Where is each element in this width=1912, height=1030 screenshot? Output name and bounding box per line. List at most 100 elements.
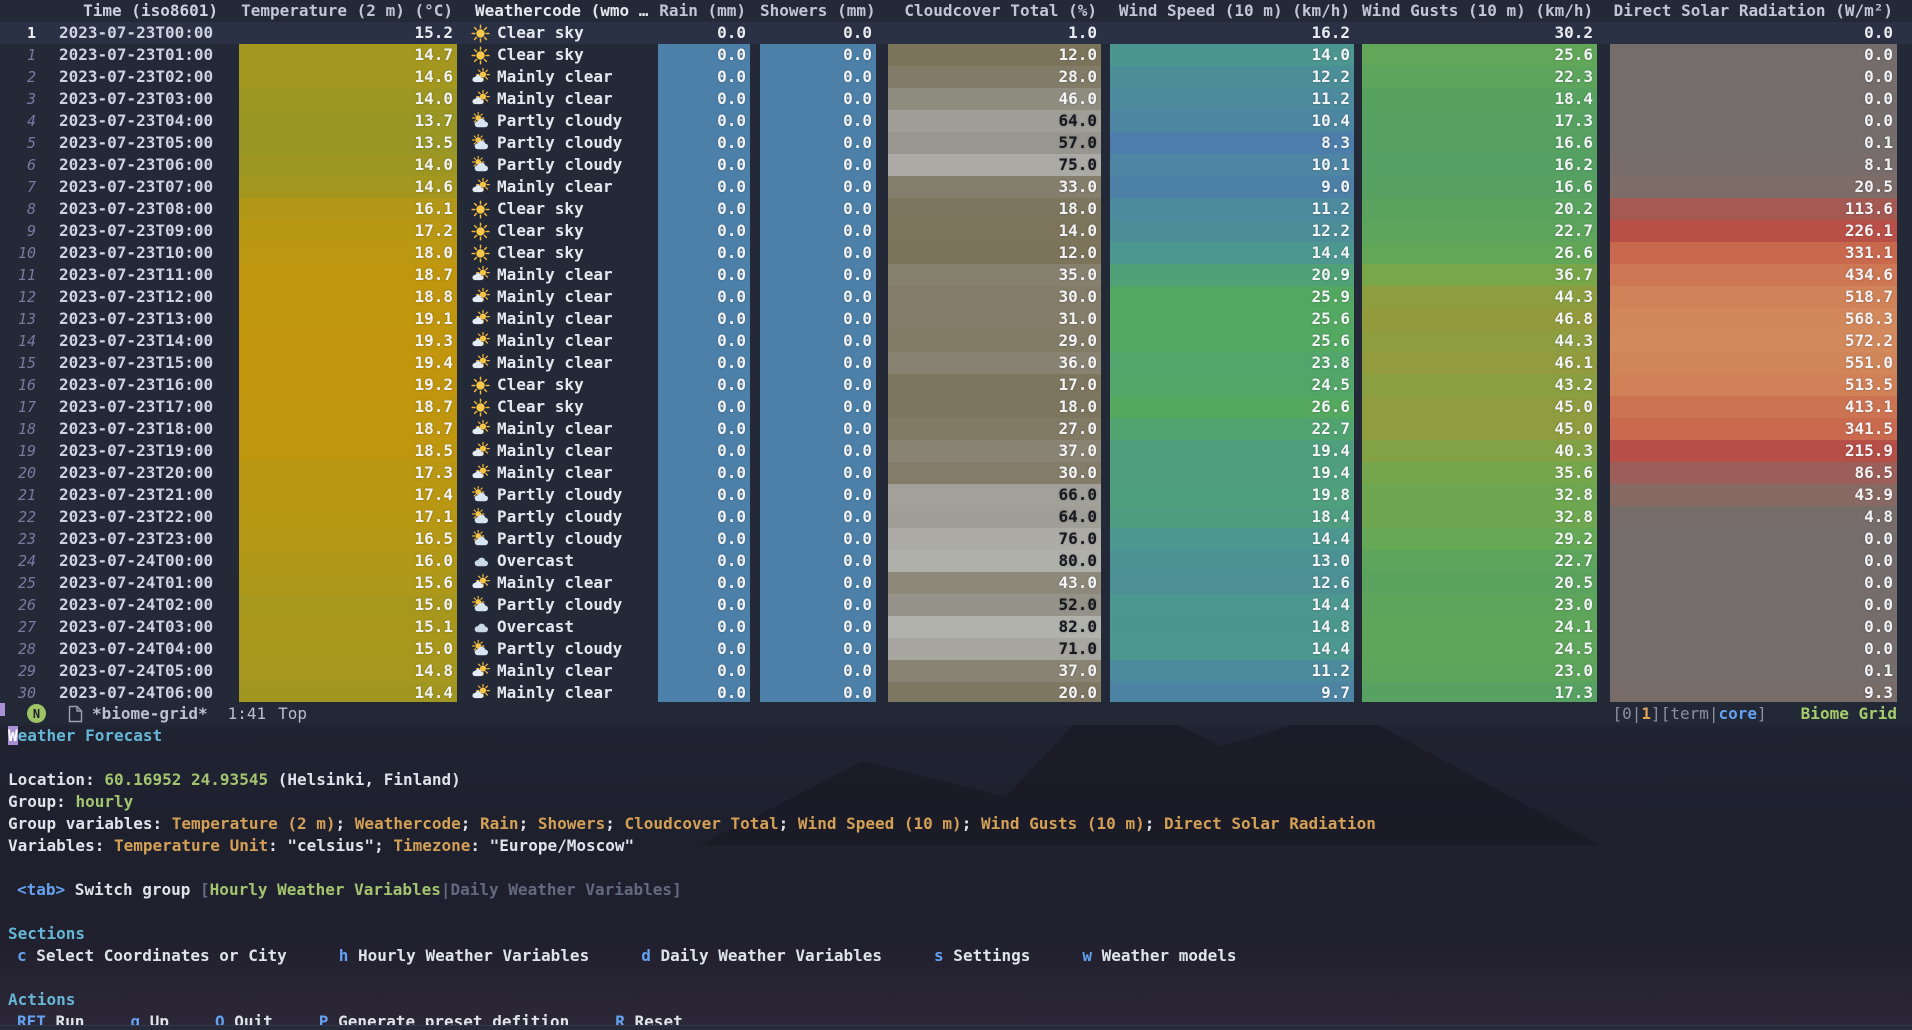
cell-time[interactable]: 2023-07-24T06:00 bbox=[43, 682, 220, 702]
cell-solar[interactable]: 0.1 bbox=[1610, 660, 1897, 682]
cell-rain[interactable]: 0.0 bbox=[658, 66, 750, 88]
cell-showers[interactable]: 0.0 bbox=[760, 528, 876, 550]
table-row[interactable]: 282023-07-24T04:0015.0Partly cloudy0.00.… bbox=[0, 638, 1912, 660]
cell-weathercode[interactable]: Mainly clear bbox=[465, 352, 655, 374]
cell-cloudcover[interactable]: 66.0 bbox=[888, 484, 1101, 506]
cell-time[interactable]: 2023-07-23T20:00 bbox=[43, 462, 220, 484]
cell-windgusts[interactable]: 45.0 bbox=[1362, 396, 1597, 418]
cell-solar[interactable]: 20.5 bbox=[1610, 176, 1897, 198]
cell-rain[interactable]: 0.0 bbox=[658, 264, 750, 286]
action-up[interactable]: q Up bbox=[130, 1011, 169, 1025]
cell-rain[interactable]: 0.0 bbox=[658, 550, 750, 572]
line-number[interactable]: 4 bbox=[0, 110, 43, 132]
cell-weathercode[interactable]: Clear sky bbox=[465, 242, 655, 264]
cell-weathercode[interactable]: Partly cloudy bbox=[465, 528, 655, 550]
cell-windspeed[interactable]: 12.2 bbox=[1110, 220, 1354, 242]
table-row[interactable]: 22023-07-23T02:0014.6Mainly clear0.00.02… bbox=[0, 66, 1912, 88]
section-settings[interactable]: s Settings bbox=[934, 945, 1030, 967]
cell-weathercode[interactable]: Mainly clear bbox=[465, 66, 655, 88]
table-row[interactable]: 232023-07-23T23:0016.5Partly cloudy0.00.… bbox=[0, 528, 1912, 550]
table-row[interactable]: 302023-07-24T06:0014.4Mainly clear0.00.0… bbox=[0, 682, 1912, 702]
cell-windspeed[interactable]: 10.4 bbox=[1110, 110, 1354, 132]
cell-windgusts[interactable]: 32.8 bbox=[1362, 484, 1597, 506]
cell-showers[interactable]: 0.0 bbox=[760, 352, 876, 374]
cell-cloudcover[interactable]: 64.0 bbox=[888, 110, 1101, 132]
cell-rain[interactable]: 0.0 bbox=[658, 198, 750, 220]
cell-solar[interactable]: 551.0 bbox=[1610, 352, 1897, 374]
cell-showers[interactable]: 0.0 bbox=[760, 330, 876, 352]
table-row[interactable]: 92023-07-23T09:0017.2Clear sky0.00.014.0… bbox=[0, 220, 1912, 242]
table-row[interactable]: 152023-07-23T15:0019.4Mainly clear0.00.0… bbox=[0, 352, 1912, 374]
cell-temperature[interactable]: 18.7 bbox=[239, 264, 457, 286]
table-row[interactable]: 272023-07-24T03:0015.1Overcast0.00.082.0… bbox=[0, 616, 1912, 638]
cell-cloudcover[interactable]: 64.0 bbox=[888, 506, 1101, 528]
cell-time[interactable]: 2023-07-23T19:00 bbox=[43, 440, 220, 462]
line-number[interactable]: 29 bbox=[0, 660, 43, 682]
line-number[interactable]: 7 bbox=[0, 176, 43, 198]
cell-time[interactable]: 2023-07-23T21:00 bbox=[43, 484, 220, 506]
cell-solar[interactable]: 331.1 bbox=[1610, 242, 1897, 264]
cell-time[interactable]: 2023-07-23T02:00 bbox=[43, 66, 220, 88]
cell-windgusts[interactable]: 24.1 bbox=[1362, 616, 1597, 638]
cell-temperature[interactable]: 19.4 bbox=[239, 352, 457, 374]
cell-windgusts[interactable]: 40.3 bbox=[1362, 440, 1597, 462]
table-row[interactable]: 222023-07-23T22:0017.1Partly cloudy0.00.… bbox=[0, 506, 1912, 528]
cell-weathercode[interactable]: Mainly clear bbox=[465, 308, 655, 330]
cell-temperature[interactable]: 16.1 bbox=[239, 198, 457, 220]
cell-weathercode[interactable]: Overcast bbox=[465, 616, 655, 638]
cell-temperature[interactable]: 19.2 bbox=[239, 374, 457, 396]
line-number[interactable]: 6 bbox=[0, 154, 43, 176]
cell-time[interactable]: 2023-07-23T00:00 bbox=[43, 22, 220, 44]
cell-weathercode[interactable]: Partly cloudy bbox=[465, 594, 655, 616]
cell-showers[interactable]: 0.0 bbox=[760, 264, 876, 286]
line-number[interactable]: 14 bbox=[0, 330, 43, 352]
cell-windgusts[interactable]: 43.2 bbox=[1362, 374, 1597, 396]
cell-windspeed[interactable]: 14.4 bbox=[1110, 638, 1354, 660]
cell-rain[interactable]: 0.0 bbox=[658, 22, 750, 44]
cell-weathercode[interactable]: Clear sky bbox=[465, 396, 655, 418]
cell-cloudcover[interactable]: 20.0 bbox=[888, 682, 1101, 702]
cell-time[interactable]: 2023-07-23T22:00 bbox=[43, 506, 220, 528]
cell-rain[interactable]: 0.0 bbox=[658, 660, 750, 682]
cell-showers[interactable]: 0.0 bbox=[760, 198, 876, 220]
cell-windgusts[interactable]: 20.5 bbox=[1362, 572, 1597, 594]
cell-windgusts[interactable]: 24.5 bbox=[1362, 638, 1597, 660]
cell-windgusts[interactable]: 45.0 bbox=[1362, 418, 1597, 440]
cell-rain[interactable]: 0.0 bbox=[658, 396, 750, 418]
cell-windgusts[interactable]: 46.8 bbox=[1362, 308, 1597, 330]
cell-solar[interactable]: 0.0 bbox=[1610, 44, 1897, 66]
cell-showers[interactable]: 0.0 bbox=[760, 572, 876, 594]
cell-showers[interactable]: 0.0 bbox=[760, 660, 876, 682]
cell-temperature[interactable]: 17.1 bbox=[239, 506, 457, 528]
cell-cloudcover[interactable]: 80.0 bbox=[888, 550, 1101, 572]
cell-showers[interactable]: 0.0 bbox=[760, 484, 876, 506]
cell-rain[interactable]: 0.0 bbox=[658, 308, 750, 330]
cell-solar[interactable]: 0.0 bbox=[1610, 528, 1897, 550]
cell-cloudcover[interactable]: 29.0 bbox=[888, 330, 1101, 352]
cell-weathercode[interactable]: Partly cloudy bbox=[465, 132, 655, 154]
cell-cloudcover[interactable]: 76.0 bbox=[888, 528, 1101, 550]
cell-windgusts[interactable]: 29.2 bbox=[1362, 528, 1597, 550]
table-row-cursor[interactable]: 12023-07-23T00:0015.2Clear sky0.00.01.01… bbox=[0, 22, 1912, 44]
cell-windgusts[interactable]: 32.8 bbox=[1362, 506, 1597, 528]
cell-windspeed[interactable]: 14.4 bbox=[1110, 242, 1354, 264]
table-row[interactable]: 242023-07-24T00:0016.0Overcast0.00.080.0… bbox=[0, 550, 1912, 572]
cell-windspeed[interactable]: 12.2 bbox=[1110, 66, 1354, 88]
cell-time[interactable]: 2023-07-23T08:00 bbox=[43, 198, 220, 220]
cell-temperature[interactable]: 16.0 bbox=[239, 550, 457, 572]
cell-windspeed[interactable]: 14.0 bbox=[1110, 44, 1354, 66]
cell-windspeed[interactable]: 19.8 bbox=[1110, 484, 1354, 506]
table-row[interactable]: 112023-07-23T11:0018.7Mainly clear0.00.0… bbox=[0, 264, 1912, 286]
cell-cloudcover[interactable]: 1.0 bbox=[888, 22, 1101, 44]
cell-rain[interactable]: 0.0 bbox=[658, 616, 750, 638]
line-number[interactable]: 27 bbox=[0, 616, 43, 638]
cell-rain[interactable]: 0.0 bbox=[658, 594, 750, 616]
cell-windspeed[interactable]: 20.9 bbox=[1110, 264, 1354, 286]
cell-rain[interactable]: 0.0 bbox=[658, 352, 750, 374]
cell-weathercode[interactable]: Mainly clear bbox=[465, 682, 655, 702]
cell-showers[interactable]: 0.0 bbox=[760, 506, 876, 528]
cell-time[interactable]: 2023-07-23T03:00 bbox=[43, 88, 220, 110]
table-row[interactable]: 132023-07-23T13:0019.1Mainly clear0.00.0… bbox=[0, 308, 1912, 330]
cell-solar[interactable]: 572.2 bbox=[1610, 330, 1897, 352]
line-number[interactable]: 2 bbox=[0, 66, 43, 88]
